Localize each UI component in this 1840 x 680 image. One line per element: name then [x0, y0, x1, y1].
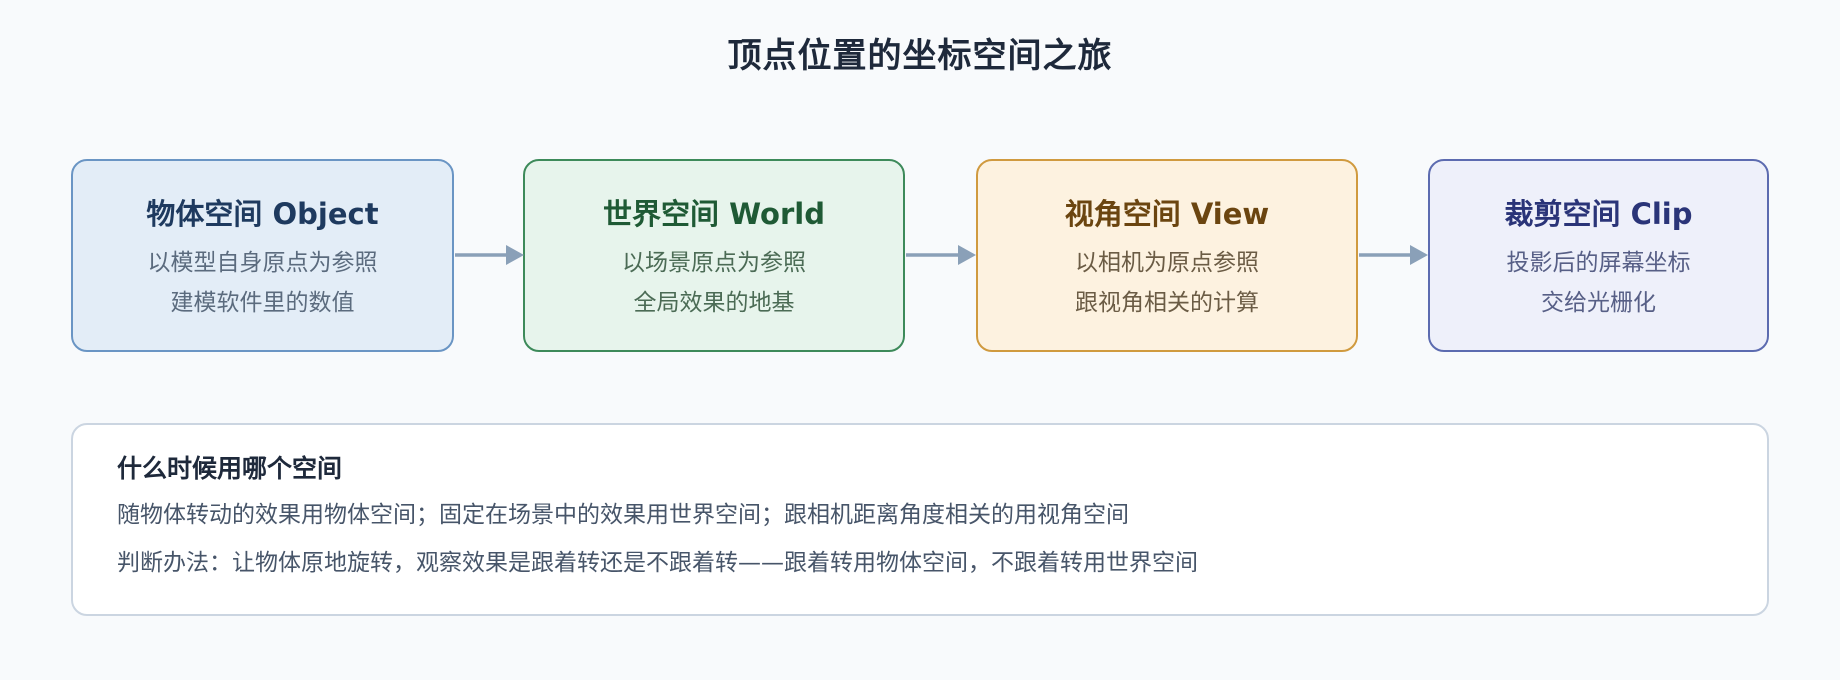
arrow-view-to-clip — [1359, 245, 1428, 265]
note-line: 判断办法：让物体原地旋转，观察效果是跟着转还是不跟着转——跟着转用物体空间，不跟… — [117, 550, 1198, 576]
arrow-world-to-view — [906, 245, 976, 265]
usage-note-panel: 什么时候用哪个空间 随物体转动的效果用物体空间；固定在场景中的效果用世界空间；跟… — [71, 423, 1769, 616]
note-line: 随物体转动的效果用物体空间；固定在场景中的效果用世界空间；跟相机距离角度相关的用… — [117, 502, 1129, 528]
arrow-object-to-world — [455, 245, 524, 265]
note-title: 什么时候用哪个空间 — [117, 454, 343, 483]
